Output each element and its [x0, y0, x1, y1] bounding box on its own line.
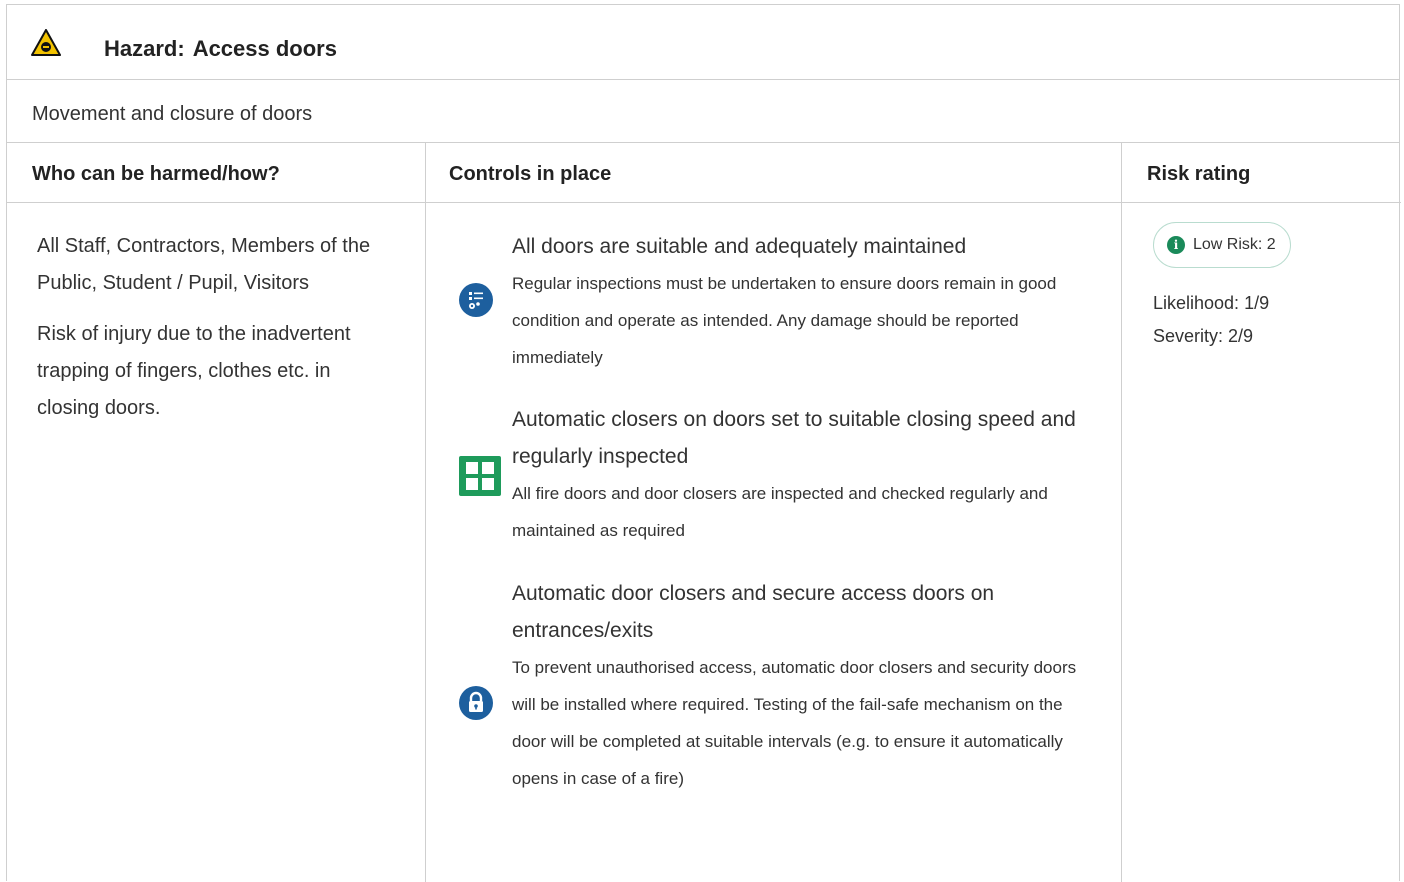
hazard-label: Hazard:	[104, 36, 185, 61]
column-header-controls-label: Controls in place	[449, 163, 612, 185]
hazard-header: Hazard: Access doors	[7, 5, 1399, 80]
column-divider	[425, 143, 426, 882]
door-closer-icon	[459, 456, 501, 496]
control-item: Automatic door closers and secure access…	[512, 575, 1087, 797]
column-header-risk-label: Risk rating	[1147, 163, 1251, 185]
padlock-icon	[459, 686, 493, 720]
control-item: All doors are suitable and adequately ma…	[512, 228, 1087, 376]
control-description: To prevent unauthorised access, automati…	[512, 658, 1077, 788]
column-header-who: Who can be harmed/how?	[7, 143, 425, 203]
hazard-name: Access doors	[192, 36, 337, 61]
likelihood-value: Likelihood: 1/9	[1153, 293, 1270, 313]
risk-rating-badge: i Low Risk: 2	[1153, 222, 1291, 268]
affected-groups: All Staff, Contractors, Members of the P…	[37, 235, 371, 294]
door-trap-warning-icon	[31, 29, 61, 56]
control-item: Automatic closers on doors set to suitab…	[512, 401, 1087, 549]
severity-value: Severity: 2/9	[1153, 326, 1254, 346]
column-header-who-label: Who can be harmed/how?	[32, 163, 280, 185]
info-icon: i	[1167, 236, 1185, 254]
control-description: Regular inspections must be undertaken t…	[512, 274, 1057, 367]
control-title: All doors are suitable and adequately ma…	[512, 235, 967, 258]
who-can-be-harmed: All Staff, Contractors, Members of the P…	[37, 228, 387, 441]
column-header-controls: Controls in place	[425, 143, 1122, 203]
column-divider	[1121, 143, 1122, 882]
hazard-title: Hazard: Access doors	[104, 36, 337, 62]
inspection-checklist-icon	[459, 283, 493, 317]
control-title: Automatic closers on doors set to suitab…	[512, 408, 1076, 468]
hazard-description-row: Movement and closure of doors	[7, 80, 1399, 143]
control-title: Automatic door closers and secure access…	[512, 582, 995, 642]
column-header-risk: Risk rating	[1122, 143, 1401, 203]
control-description: All fire doors and door closers are insp…	[512, 484, 1048, 540]
hazard-description: Movement and closure of doors	[32, 103, 313, 125]
risk-metrics: Likelihood: 1/9 Severity: 2/9	[1153, 287, 1269, 353]
harm-description: Risk of injury due to the inadvertent tr…	[37, 323, 351, 419]
risk-rating-label: Low Risk: 2	[1193, 236, 1276, 253]
